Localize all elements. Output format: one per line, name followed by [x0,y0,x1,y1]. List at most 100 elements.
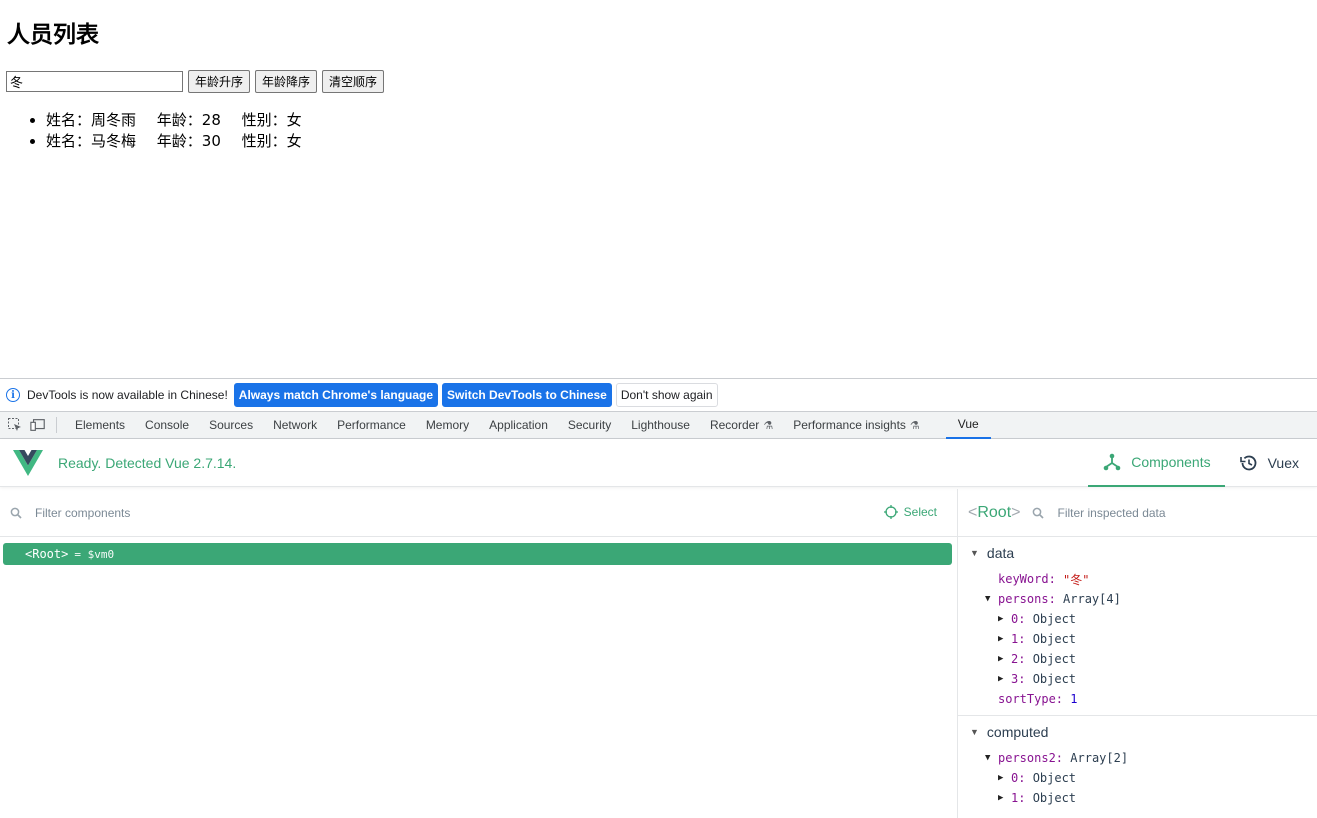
prop-item[interactable]: ▶ 1: Object [958,788,1317,808]
person-sex: 性别：女 [241,132,302,150]
caret-down-icon: ▼ [970,727,979,737]
dont-show-again-button[interactable]: Don't show again [615,383,718,407]
component-tree-root-row[interactable]: <Root> = $vm0 [3,543,952,565]
filter-components-row: Filter components [0,489,957,537]
infobar-message: DevTools is now available in Chinese! [27,388,228,402]
list-item: 姓名：周冬雨 年龄：28 性别：女 [46,110,318,131]
filter-inspected-input[interactable]: Filter inspected data [1057,506,1165,520]
tab-sources[interactable]: Sources [199,412,263,439]
prop-key: keyWord: [998,572,1056,586]
caret-down-icon: ▼ [985,594,991,604]
caret-right-icon: ▶ [998,674,1004,684]
data-section: ▼ data keyWord: "冬" ▼ persons: Array[4] ▶ 0… [958,537,1317,716]
keyword-input[interactable] [6,71,183,92]
select-label: Select [903,505,937,519]
computed-section-toggle[interactable]: ▼ computed [958,722,1317,742]
age-desc-button[interactable]: 年龄降序 [255,70,318,93]
toolbar-divider [56,417,57,433]
tab-performance-insights[interactable]: Performance insights ⚗ [783,412,930,439]
caret-right-icon: ▶ [998,793,1004,803]
prop-sorttype[interactable]: sortType: 1 [958,689,1317,709]
prop-item[interactable]: ▶ 0: Object [958,609,1317,629]
devtools-tabbar: Elements Console Sources Network Perform… [0,412,1317,439]
component-tree-pane: Filter components Select <Root> = $vm0 [0,489,958,818]
tab-console[interactable]: Console [135,412,199,439]
vue-panes: Filter components Select <Root> = $vm0 <… [0,489,1317,818]
info-icon: i [6,388,20,402]
prop-key: sortType: [998,692,1064,706]
person-name: 姓名：马冬梅 [46,132,137,150]
caret-right-icon: ▶ [998,773,1004,783]
vm-ref: = $vm0 [74,547,115,561]
components-icon [1103,453,1121,471]
search-icon [1033,507,1045,519]
caret-right-icon: ▶ [998,654,1004,664]
search-icon [10,507,22,519]
caret-right-icon: ▶ [998,614,1004,624]
tab-performance[interactable]: Performance [327,412,416,439]
search-row: 年龄升序 年龄降序 清空顺序 [6,70,385,93]
tab-performance-insights-label: Performance insights [793,418,906,432]
prop-persons[interactable]: ▼ persons: Array[4] [958,589,1317,609]
match-language-button[interactable]: Always match Chrome's language [233,383,439,407]
switch-to-chinese-button[interactable]: Switch DevTools to Chinese [442,383,612,407]
prop-keyword[interactable]: keyWord: "冬" [958,569,1317,589]
list-item: 姓名：马冬梅 年龄：30 性别：女 [46,131,318,152]
caret-down-icon: ▼ [985,753,991,763]
filter-components-input[interactable]: Filter components [35,506,130,520]
data-section-toggle[interactable]: ▼ data [958,543,1317,563]
inspect-element-icon[interactable] [7,417,23,433]
web-page: 人员列表 年龄升序 年龄降序 清空顺序 姓名：周冬雨 年龄：28 性别：女 姓名… [0,0,1317,378]
caret-down-icon: ▼ [970,548,979,558]
inspector-header: <Root> Filter inspected data [958,489,1317,537]
person-age: 年龄：30 [156,132,221,150]
vue-devtools-header: Ready. Detected Vue 2.7.14. Components V… [0,439,1317,487]
computed-section-title: computed [986,724,1049,740]
vue-nav: Components Vuex [1088,439,1313,487]
tab-lighthouse[interactable]: Lighthouse [621,412,700,439]
vue-status-text: Ready. Detected Vue 2.7.14. [58,454,237,471]
components-tab-label: Components [1131,454,1211,470]
vuex-tab-label: Vuex [1267,455,1299,471]
caret-right-icon: ▶ [998,634,1004,644]
page-title: 人员列表 [7,22,99,48]
prop-persons2[interactable]: ▼ persons2: Array[2] [958,748,1317,768]
inspector-pane: <Root> Filter inspected data ▼ data keyWo… [958,489,1317,818]
prop-value: Array[2] [1070,751,1129,765]
age-asc-button[interactable]: 年龄升序 [188,70,251,93]
flask-icon: ⚗ [763,419,774,432]
prop-item[interactable]: ▶ 0: Object [958,768,1317,788]
devtools-panel: i DevTools is now available in Chinese! … [0,378,1317,818]
vuex-tab[interactable]: Vuex [1225,439,1313,487]
tab-application[interactable]: Application [479,412,558,439]
prop-key: persons: [998,592,1056,606]
history-icon [1239,455,1256,471]
tab-recorder[interactable]: Recorder ⚗ [700,412,783,439]
inspected-component-title: <Root> [968,503,1021,521]
tab-memory[interactable]: Memory [416,412,479,439]
tab-elements[interactable]: Elements [65,412,135,439]
flask-icon: ⚗ [909,419,920,432]
prop-value: 1 [1070,692,1078,706]
tab-security[interactable]: Security [558,412,621,439]
select-component-button[interactable]: Select [883,505,937,519]
target-icon [883,505,898,519]
tab-recorder-label: Recorder [709,418,760,432]
language-infobar: i DevTools is now available in Chinese! … [0,379,1317,412]
person-list: 姓名：周冬雨 年龄：28 性别：女 姓名：马冬梅 年龄：30 性别：女 [46,110,318,152]
computed-section: ▼ computed ▼ persons2: Array[2] ▶ 0: Object… [958,716,1317,814]
person-age: 年龄：28 [156,111,221,129]
prop-item[interactable]: ▶ 2: Object [958,649,1317,669]
prop-item[interactable]: ▶ 3: Object [958,669,1317,689]
prop-item[interactable]: ▶ 1: Object [958,629,1317,649]
tab-vue[interactable]: Vue [945,412,991,439]
clear-sort-button[interactable]: 清空顺序 [322,70,385,93]
root-tag: <Root> [25,547,69,561]
vue-logo-icon [13,449,43,476]
components-tab[interactable]: Components [1088,439,1225,487]
prop-value: "冬" [1063,572,1090,587]
tab-network[interactable]: Network [263,412,327,439]
prop-value: Array[4] [1063,592,1121,606]
device-toolbar-icon[interactable] [30,417,46,433]
prop-key: persons2: [998,751,1064,765]
